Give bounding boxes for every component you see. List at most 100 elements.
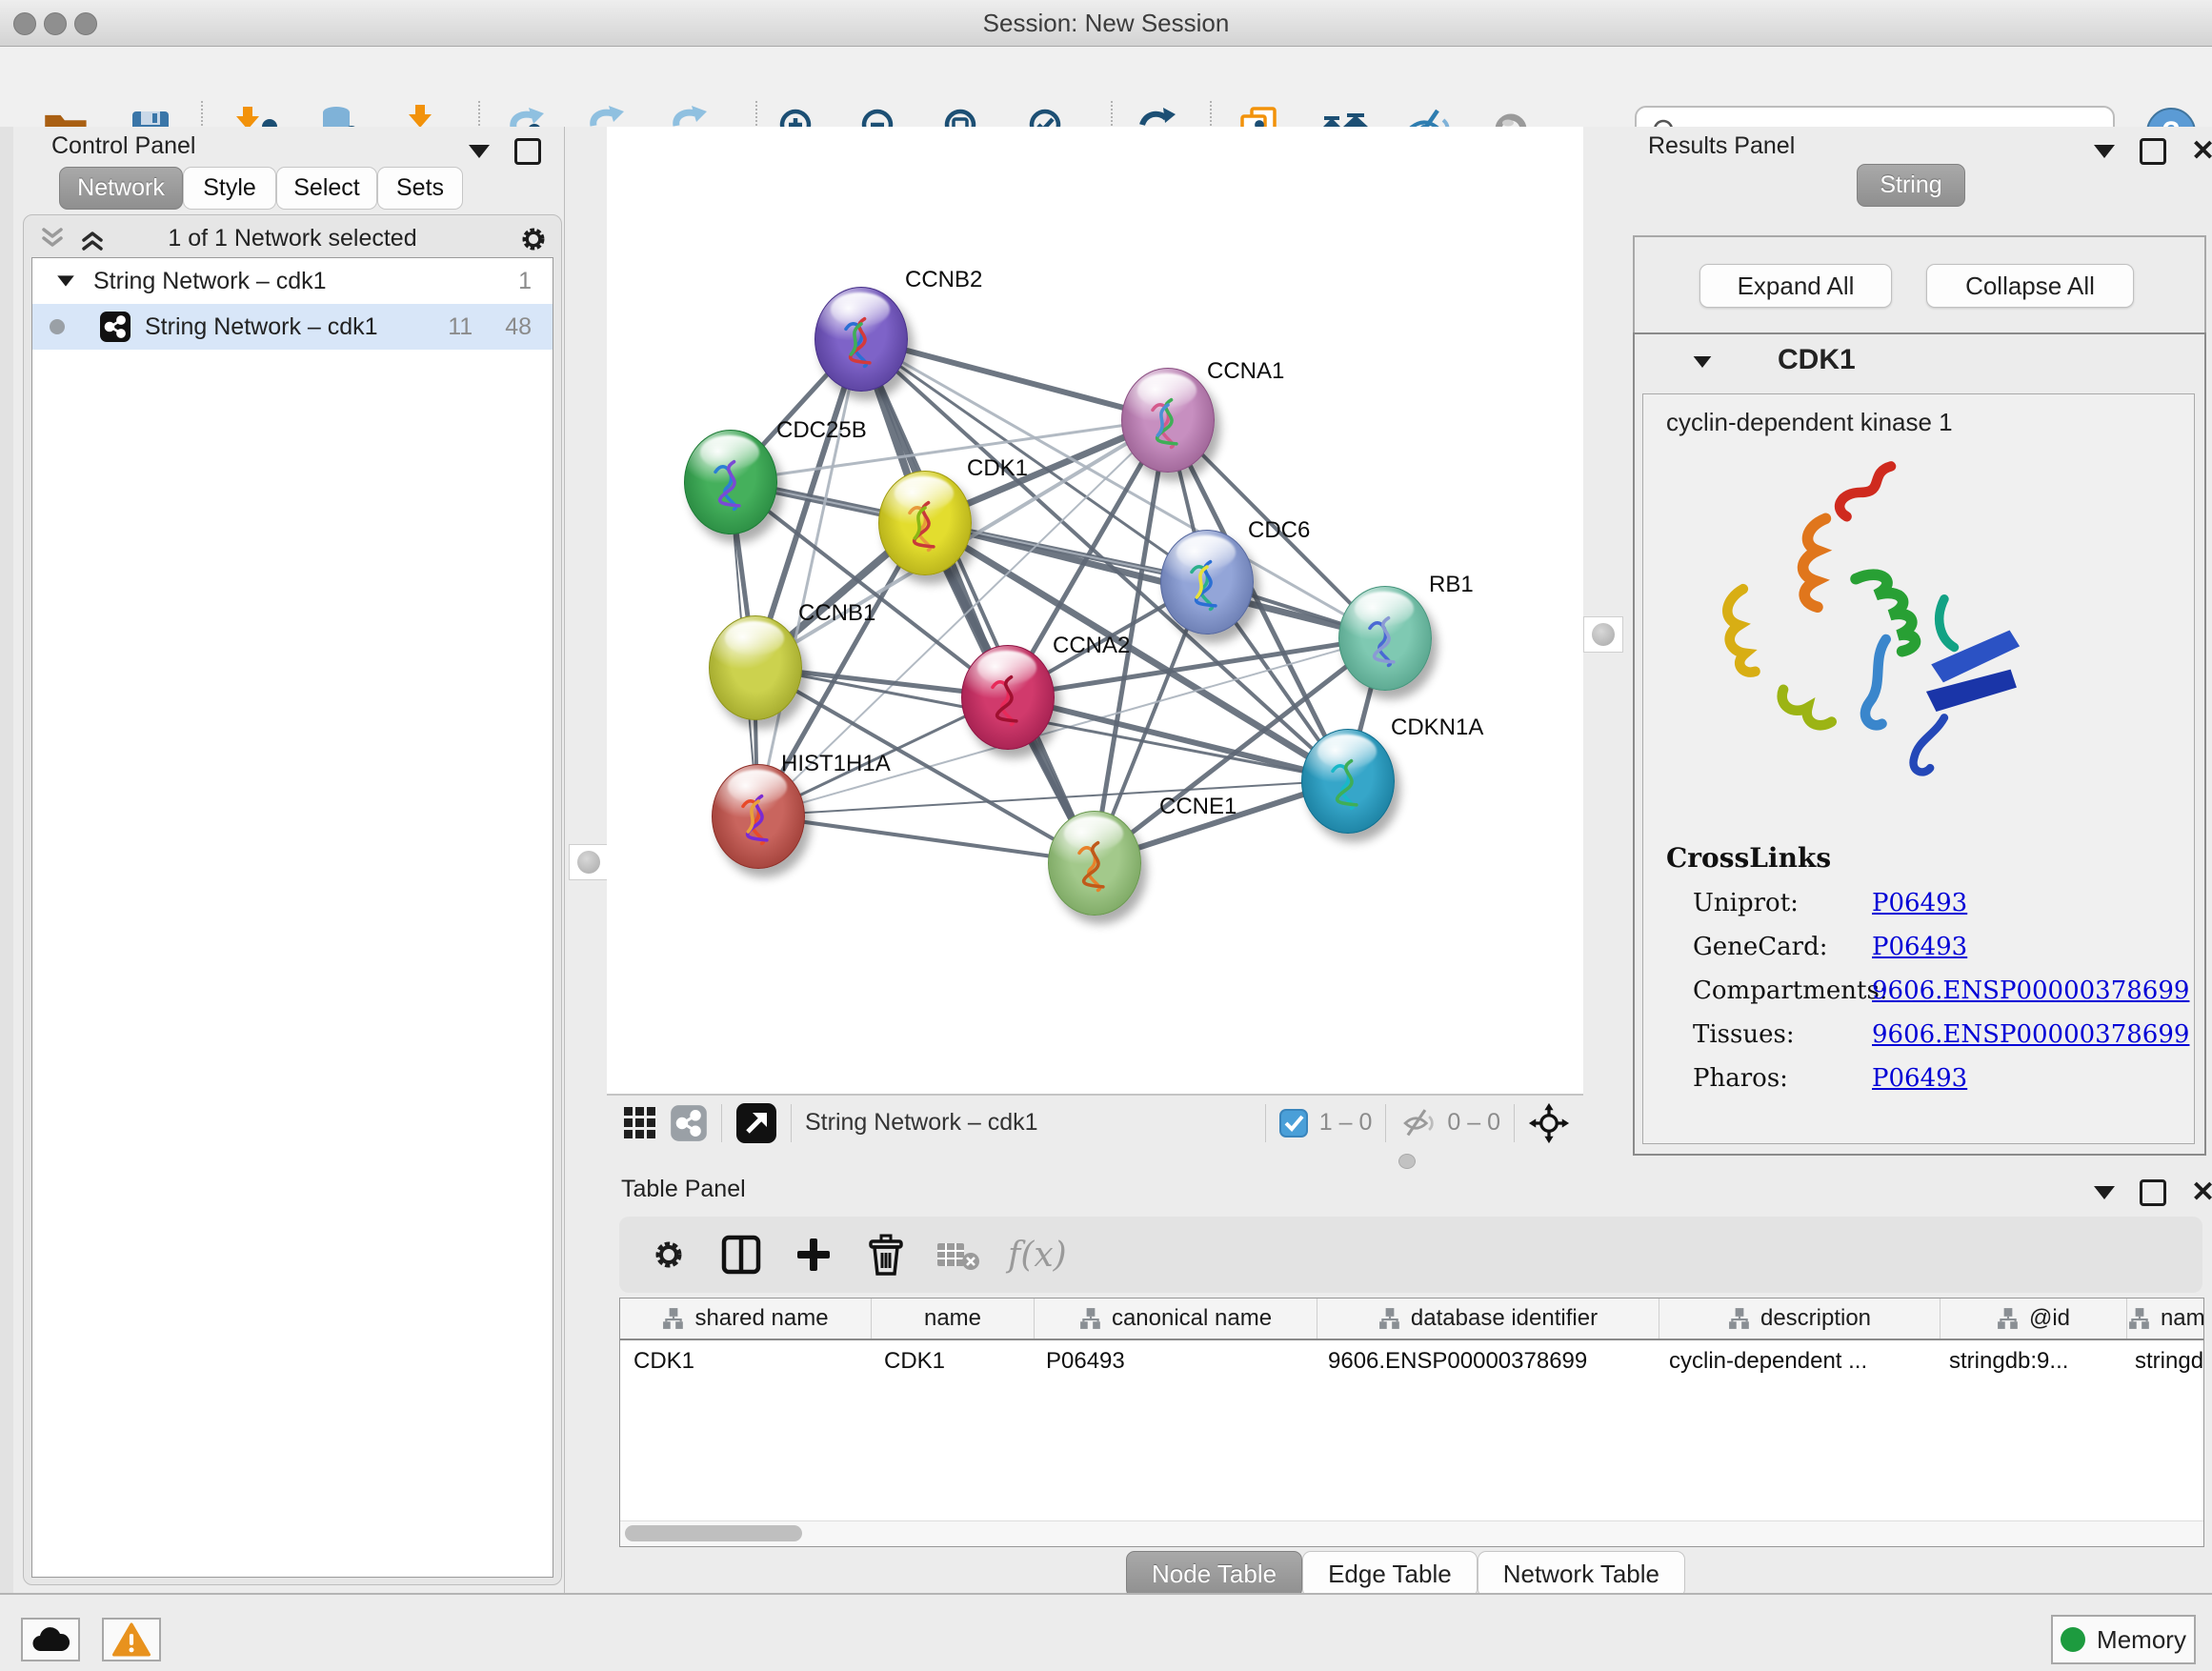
column-header-name[interactable]: name bbox=[872, 1299, 1035, 1339]
table-horizontal-scrollbar[interactable] bbox=[620, 1520, 2203, 1546]
node-table[interactable]: shared namenamecanonical namedatabase id… bbox=[619, 1298, 2204, 1547]
network-view-title: String Network – cdk1 bbox=[805, 1109, 1038, 1137]
table-header-row: shared namenamecanonical namedatabase id… bbox=[620, 1299, 2203, 1340]
column-header--id[interactable]: @id bbox=[1941, 1299, 2127, 1339]
network-edge[interactable] bbox=[757, 338, 860, 815]
vertical-splitter-left[interactable] bbox=[564, 127, 608, 1593]
gear-icon[interactable] bbox=[517, 223, 550, 255]
network-node-ccnb2[interactable] bbox=[814, 287, 908, 392]
fit-content-icon[interactable] bbox=[1528, 1102, 1570, 1144]
network-edge[interactable] bbox=[757, 815, 1094, 862]
cloud-icon bbox=[31, 1626, 70, 1653]
memory-status-icon bbox=[2061, 1627, 2085, 1652]
collection-expander-icon[interactable] bbox=[57, 275, 74, 286]
tab-network-table[interactable]: Network Table bbox=[1478, 1551, 1685, 1598]
table-cell[interactable]: stringdb bbox=[2122, 1340, 2204, 1382]
panel-menu-icon[interactable] bbox=[469, 145, 490, 158]
table-cell[interactable]: P06493 bbox=[1033, 1340, 1315, 1382]
network-node-cdkn1a[interactable] bbox=[1301, 729, 1395, 834]
delete-column-icon[interactable] bbox=[850, 1224, 922, 1285]
share-view-icon[interactable] bbox=[670, 1104, 708, 1142]
network-node-cdc6[interactable] bbox=[1160, 530, 1254, 634]
birdseye-view-icon[interactable] bbox=[735, 1102, 777, 1144]
vertical-splitter-right[interactable] bbox=[1583, 127, 1627, 1148]
network-tree: String Network – cdk1 1 String Network –… bbox=[31, 257, 553, 1578]
network-node-ccna2[interactable] bbox=[961, 645, 1055, 750]
protein-structure-thumbnail bbox=[1137, 384, 1198, 456]
tab-select[interactable]: Select bbox=[276, 167, 377, 210]
panel-close-icon[interactable]: ✕ bbox=[2191, 141, 2212, 162]
network-node-ccne1[interactable] bbox=[1048, 811, 1141, 916]
table-cell[interactable]: stringdb:9... bbox=[1936, 1340, 2122, 1382]
collapse-all-button[interactable]: Collapse All bbox=[1926, 264, 2134, 308]
tab-style[interactable]: Style bbox=[183, 167, 276, 210]
entry-expander-icon[interactable] bbox=[1694, 356, 1712, 368]
network-node-ccna1[interactable] bbox=[1121, 368, 1215, 473]
results-entry-box: CDK1 cyclin-dependent kinase 1 bbox=[1633, 332, 2206, 1156]
panel-menu-icon[interactable] bbox=[2094, 145, 2115, 158]
network-node-cdc25b[interactable] bbox=[684, 430, 777, 534]
scrollbar-thumb[interactable] bbox=[625, 1525, 802, 1541]
crosslinks-heading: CrossLinks bbox=[1666, 842, 2194, 874]
grid-view-icon[interactable] bbox=[622, 1105, 658, 1141]
crosslink-row: Uniprot:P06493 bbox=[1693, 889, 2194, 917]
node-label-ccne1: CCNE1 bbox=[1159, 794, 1237, 820]
crosslink-link[interactable]: P06493 bbox=[1872, 1064, 1967, 1093]
memory-label: Memory bbox=[2097, 1625, 2186, 1655]
column-header-canonical-name[interactable]: canonical name bbox=[1035, 1299, 1317, 1339]
tab-node-table[interactable]: Node Table bbox=[1126, 1551, 1302, 1598]
column-header-description[interactable]: description bbox=[1659, 1299, 1941, 1339]
network-node-rb1[interactable] bbox=[1338, 586, 1432, 691]
tab-sets[interactable]: Sets bbox=[377, 167, 463, 210]
protein-structure-thumbnail bbox=[977, 661, 1038, 734]
column-header-database-identifier[interactable]: database identifier bbox=[1317, 1299, 1659, 1339]
network-node-hist1h1a[interactable] bbox=[712, 764, 805, 869]
network-edge[interactable] bbox=[860, 338, 1094, 862]
network-row[interactable]: String Network – cdk1 11 48 bbox=[32, 304, 553, 350]
network-list-panel: 1 of 1 Network selected String Network –… bbox=[23, 214, 562, 1585]
column-type-icon bbox=[1378, 1307, 1401, 1330]
table-row[interactable]: CDK1CDK1P064939606.ENSP00000378699cyclin… bbox=[620, 1340, 2203, 1382]
splitter-handle[interactable] bbox=[1583, 616, 1623, 653]
panel-menu-icon[interactable] bbox=[2094, 1186, 2115, 1199]
crosslink-link[interactable]: P06493 bbox=[1872, 889, 1967, 917]
panel-float-icon[interactable] bbox=[2140, 1179, 2166, 1206]
crosslink-link[interactable]: 9606.ENSP00000378699 bbox=[1872, 976, 2189, 1005]
splitter-handle[interactable] bbox=[569, 844, 609, 880]
crosslink-link[interactable]: 9606.ENSP00000378699 bbox=[1872, 1020, 2189, 1049]
table-gear-icon[interactable] bbox=[633, 1224, 705, 1285]
show-columns-icon[interactable] bbox=[705, 1224, 777, 1285]
table-cell[interactable]: CDK1 bbox=[620, 1340, 871, 1382]
expand-all-button[interactable]: Expand All bbox=[1699, 264, 1892, 308]
table-cell[interactable]: cyclin-dependent ... bbox=[1656, 1340, 1936, 1382]
panel-float-icon[interactable] bbox=[2140, 138, 2166, 165]
network-edge[interactable] bbox=[924, 522, 1384, 637]
column-header-shared-name[interactable]: shared name bbox=[620, 1299, 872, 1339]
tab-edge-table[interactable]: Edge Table bbox=[1302, 1551, 1478, 1598]
cloud-button[interactable] bbox=[21, 1618, 80, 1661]
network-node-cdk1[interactable] bbox=[878, 471, 972, 575]
crosslink-row: Pharos:P06493 bbox=[1693, 1064, 2194, 1093]
entry-detail-scroll[interactable]: cyclin-dependent kinase 1 bbox=[1642, 393, 2195, 1144]
network-collection-row[interactable]: String Network – cdk1 1 bbox=[32, 258, 553, 304]
crosslink-link[interactable]: P06493 bbox=[1872, 933, 1967, 961]
panel-float-icon[interactable] bbox=[514, 138, 541, 165]
table-cell[interactable]: CDK1 bbox=[871, 1340, 1033, 1382]
delete-table-icon[interactable] bbox=[922, 1224, 995, 1285]
function-builder-icon[interactable]: f(x) bbox=[1008, 1236, 1067, 1275]
network-node-ccnb1[interactable] bbox=[709, 615, 802, 720]
network-canvas[interactable]: CCNB2CCNA1CDC25BCDK1CDC6RB1CCNB1CCNA2CDK… bbox=[607, 127, 1583, 1094]
memory-button[interactable]: Memory bbox=[2051, 1615, 2196, 1664]
tab-string[interactable]: String bbox=[1857, 164, 1965, 207]
crosslinks-rows: Uniprot:P06493GeneCard:P06493Compartment… bbox=[1666, 889, 2194, 1093]
warnings-button[interactable] bbox=[102, 1618, 161, 1661]
footer-separator bbox=[791, 1104, 792, 1142]
column-header-namespace[interactable]: namespace bbox=[2127, 1299, 2204, 1339]
tab-network[interactable]: Network bbox=[59, 167, 183, 210]
hidden-eye-icon[interactable] bbox=[1399, 1106, 1438, 1140]
add-column-icon[interactable] bbox=[777, 1224, 850, 1285]
panel-close-icon[interactable]: ✕ bbox=[2191, 1182, 2212, 1203]
selected-checkbox-icon[interactable] bbox=[1279, 1109, 1308, 1137]
table-cell[interactable]: 9606.ENSP00000378699 bbox=[1315, 1340, 1656, 1382]
node-label-ccna2: CCNA2 bbox=[1053, 633, 1130, 659]
